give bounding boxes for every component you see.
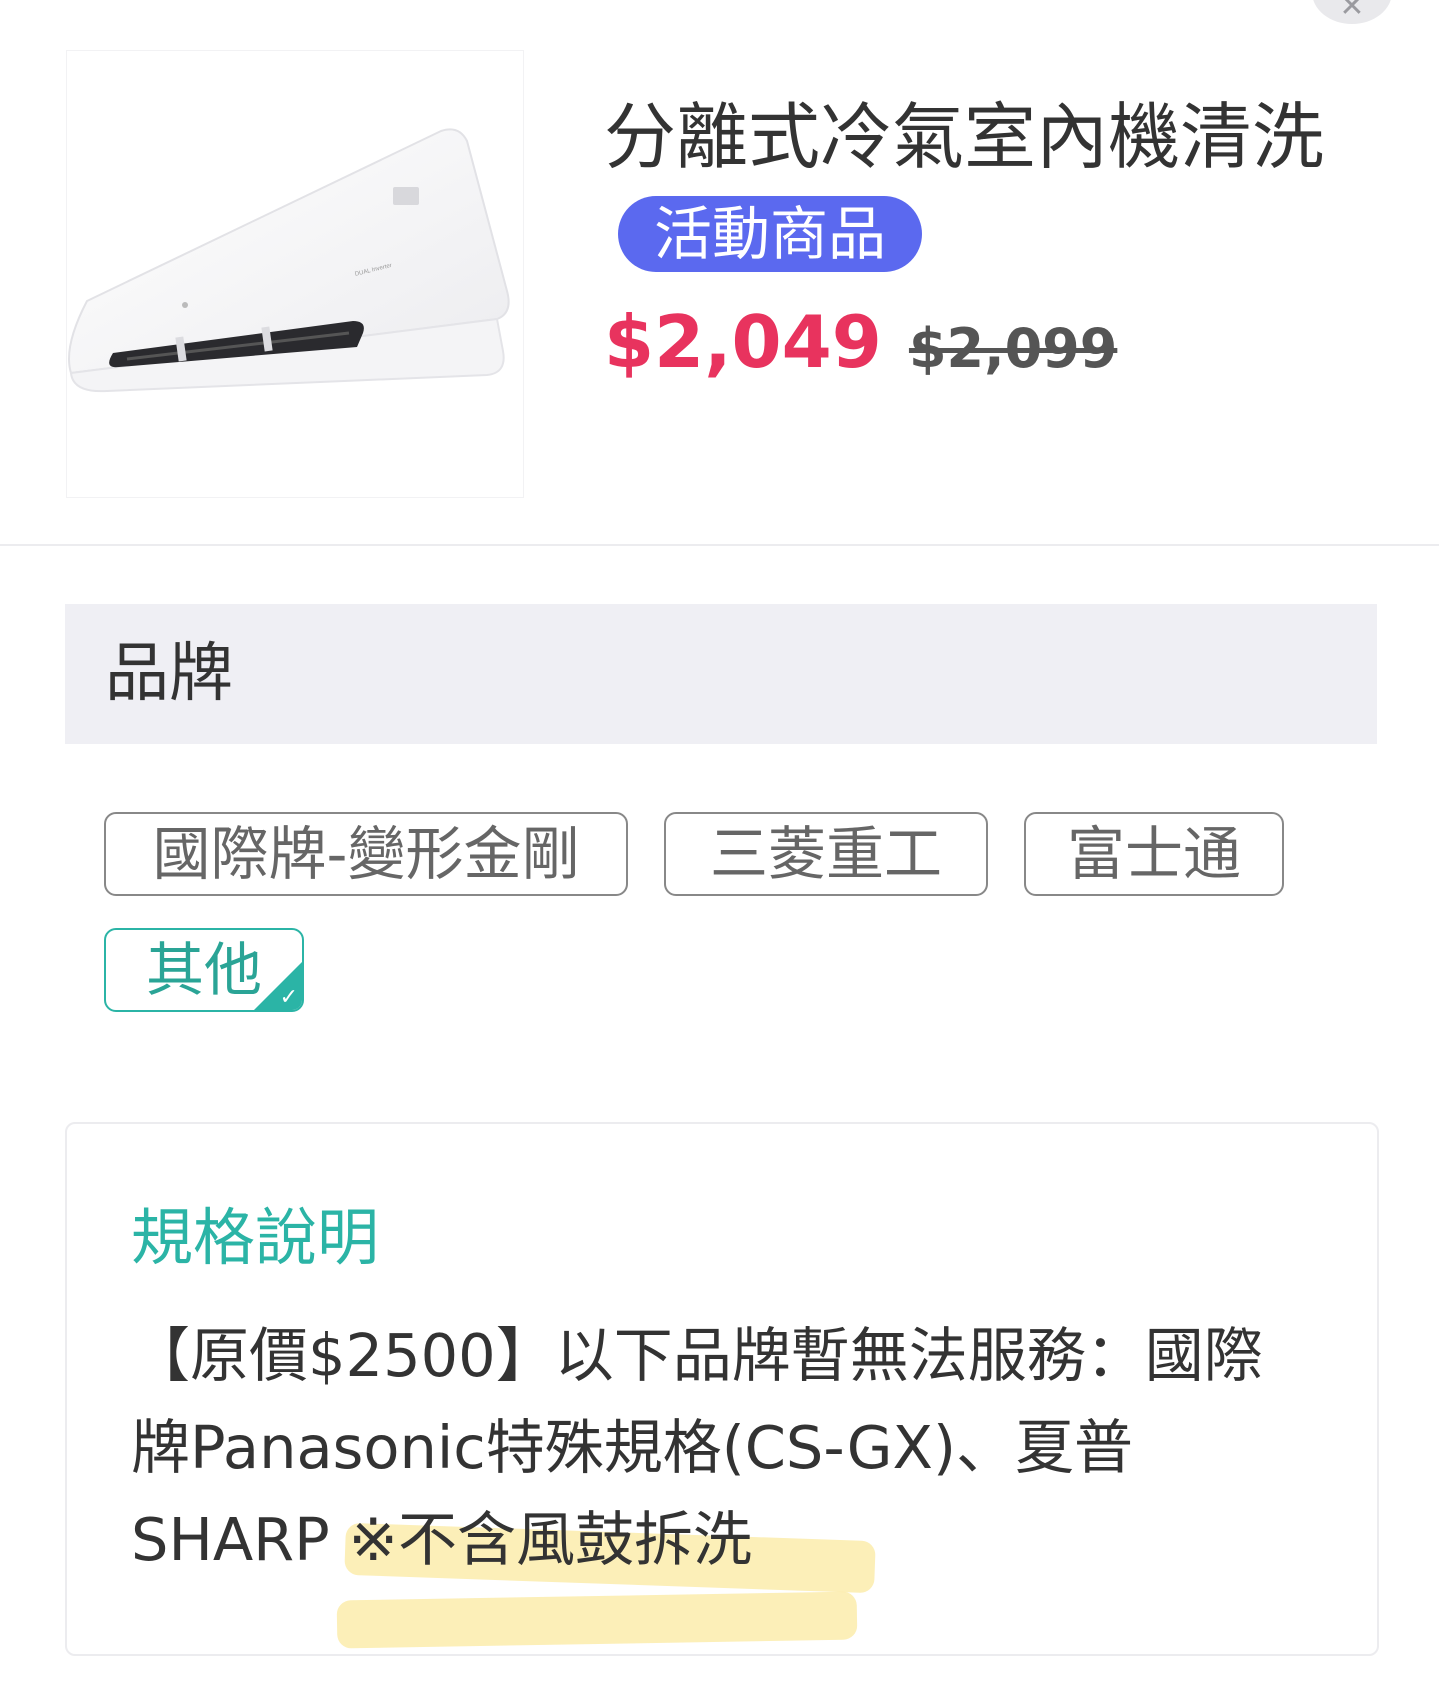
divider — [0, 544, 1439, 546]
close-button[interactable]: ✕ — [1312, 0, 1392, 24]
product-title-text: 分離式冷氣室內機清洗 — [604, 95, 1325, 179]
brand-section-title: 品牌 — [105, 637, 233, 711]
product-title: 分離式冷氣室內機清洗活動商品 — [604, 88, 1324, 284]
brand-section-header: 品牌 — [65, 604, 1377, 744]
brand-option-label: 國際牌-變形金剛 — [152, 820, 580, 888]
brand-option-panasonic[interactable]: 國際牌-變形金剛 — [104, 812, 628, 896]
sale-price: $2,049 — [604, 300, 882, 384]
highlight-mark-underline — [336, 1591, 858, 1649]
original-price: $2,099 — [908, 317, 1118, 380]
promo-badge: 活動商品 — [618, 196, 923, 273]
brand-option-other[interactable]: 其他 ✓ — [104, 928, 304, 1012]
spec-description: 【原價$2500】以下品牌暫無法服務：國際牌Panasonic特殊規格(CS-G… — [131, 1321, 1263, 1574]
brand-option-label: 三菱重工 — [709, 820, 942, 888]
spec-box: 規格說明 【原價$2500】以下品牌暫無法服務：國際牌Panasonic特殊規格… — [65, 1122, 1379, 1656]
product-image: DUAL Inverter — [66, 50, 524, 498]
brand-option-mitsubishi[interactable]: 三菱重工 — [664, 812, 988, 896]
check-icon: ✓ — [279, 985, 298, 1010]
brand-option-label: 富士通 — [1066, 820, 1241, 888]
spec-title: 規格說明 — [131, 1201, 380, 1274]
air-conditioner-image: DUAL Inverter — [68, 128, 510, 393]
brand-option-label: 其他 — [145, 936, 262, 1004]
price-row: $2,049 $2,099 — [604, 300, 1117, 384]
brand-option-fujitsu[interactable]: 富士通 — [1024, 812, 1284, 896]
close-icon: ✕ — [1339, 0, 1365, 24]
